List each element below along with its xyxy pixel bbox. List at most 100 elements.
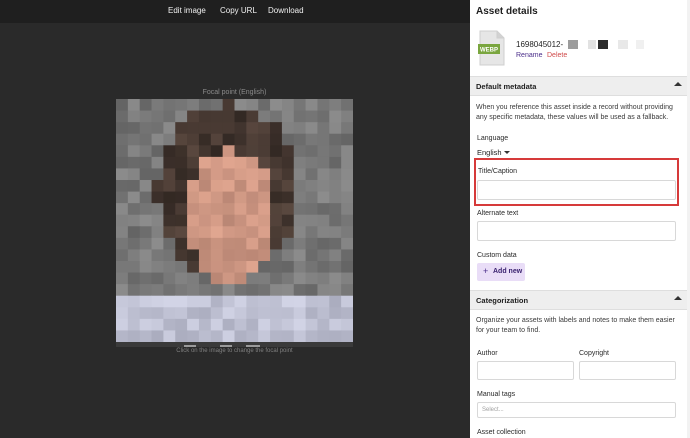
- mosaic-tile: [210, 237, 224, 250]
- mosaic-tile: [139, 145, 153, 158]
- mosaic-tile: [317, 226, 330, 239]
- mosaic-tile: [270, 156, 283, 169]
- mosaic-tile: [281, 307, 295, 320]
- mosaic-tile: [270, 180, 283, 193]
- redacted-filename-block: [636, 40, 644, 49]
- mosaic-tile: [329, 168, 342, 181]
- mosaic-tile: [187, 330, 200, 342]
- delete-link[interactable]: Delete: [547, 52, 567, 59]
- mosaic-tile: [139, 307, 153, 320]
- mosaic-tile: [222, 249, 235, 262]
- mosaic-tile: [163, 133, 176, 146]
- mosaic-tile: [175, 295, 188, 308]
- mosaic-tile: [151, 330, 164, 342]
- focal-mark: [220, 345, 232, 347]
- mosaic-tile: [341, 318, 353, 331]
- mosaic-tile: [198, 330, 212, 342]
- mosaic-tile: [210, 168, 224, 181]
- mosaic-tile: [341, 295, 353, 308]
- chevron-up-icon[interactable]: [674, 82, 682, 86]
- mosaic-tile: [317, 180, 330, 193]
- default-metadata-header[interactable]: Default metadata: [470, 76, 690, 96]
- chevron-down-icon[interactable]: [504, 151, 510, 154]
- mosaic-tile: [222, 295, 235, 308]
- add-new-label: Add new: [493, 268, 523, 275]
- mosaic-tile: [175, 307, 188, 320]
- mosaic-tile: [127, 272, 141, 285]
- alt-text-input[interactable]: [477, 221, 676, 241]
- language-select[interactable]: English: [477, 148, 502, 157]
- mosaic-tile: [116, 145, 129, 158]
- mosaic-tile: [293, 191, 307, 204]
- mosaic-tile: [222, 191, 235, 204]
- mosaic-tile: [305, 203, 318, 216]
- edit-image-button[interactable]: Edit image: [168, 6, 206, 15]
- mosaic-tile: [116, 261, 129, 274]
- asset-image-preview[interactable]: [116, 99, 353, 342]
- mosaic-tile: [127, 110, 141, 123]
- mosaic-tile: [305, 226, 318, 239]
- mosaic-tile: [210, 318, 224, 331]
- mosaic-tile: [258, 133, 271, 146]
- mosaic-tile: [317, 307, 330, 320]
- mosaic-tile: [187, 272, 200, 285]
- mosaic-tile: [317, 272, 330, 285]
- mosaic-tile: [222, 307, 235, 320]
- mosaic-tile: [270, 214, 283, 227]
- mosaic-tile: [341, 237, 353, 250]
- mosaic-tile: [329, 284, 342, 297]
- mosaic-tile: [341, 249, 353, 262]
- download-button[interactable]: Download: [268, 6, 304, 15]
- mosaic-tile: [116, 272, 129, 285]
- mosaic-tile: [246, 214, 259, 227]
- language-label: Language: [477, 135, 509, 142]
- mosaic-tile: [210, 156, 224, 169]
- mosaic-tile: [175, 237, 188, 250]
- manual-tags-select[interactable]: Select...: [477, 402, 676, 418]
- mosaic-tile: [305, 180, 318, 193]
- mosaic-tile: [281, 191, 295, 204]
- mosaic-tile: [175, 99, 188, 112]
- rename-link[interactable]: Rename: [516, 52, 542, 59]
- plus-icon: +: [483, 266, 489, 276]
- mosaic-tile: [163, 99, 176, 112]
- mosaic-tile: [139, 156, 153, 169]
- mosaic-tile: [116, 122, 129, 135]
- mosaic-tile: [293, 203, 307, 216]
- author-input[interactable]: [477, 361, 574, 380]
- mosaic-tile: [341, 156, 353, 169]
- mosaic-tile: [116, 249, 129, 262]
- mosaic-tile: [127, 156, 141, 169]
- alt-text-label: Alternate text: [477, 210, 519, 217]
- mosaic-tile: [198, 168, 212, 181]
- mosaic-tile: [139, 203, 153, 216]
- section-title: Default metadata: [476, 82, 537, 91]
- mosaic-tile: [151, 318, 164, 331]
- mosaic-tile: [317, 261, 330, 274]
- manual-tags-placeholder: Select...: [482, 407, 504, 413]
- mosaic-tile: [187, 307, 200, 320]
- mosaic-tile: [127, 318, 141, 331]
- copy-url-button[interactable]: Copy URL: [220, 6, 257, 15]
- mosaic-tile: [281, 261, 295, 274]
- chevron-up-icon[interactable]: [674, 296, 682, 300]
- mosaic-tile: [305, 122, 318, 135]
- mosaic-tile: [139, 214, 153, 227]
- mosaic-tile: [329, 191, 342, 204]
- mosaic-tile: [270, 133, 283, 146]
- copyright-input[interactable]: [579, 361, 676, 380]
- mosaic-tile: [222, 272, 235, 285]
- mosaic-tile: [198, 295, 212, 308]
- title-caption-input[interactable]: [477, 180, 676, 200]
- mosaic-tile: [198, 307, 212, 320]
- mosaic-tile: [270, 168, 283, 181]
- mosaic-tile: [163, 330, 176, 342]
- pixelated-portrait-image[interactable]: [116, 99, 353, 342]
- mosaic-tile: [187, 145, 200, 158]
- mosaic-tile: [270, 272, 283, 285]
- mosaic-tile: [163, 226, 176, 239]
- add-new-button[interactable]: + Add new: [477, 263, 525, 281]
- categorization-header[interactable]: Categorization: [470, 290, 690, 310]
- mosaic-tile: [281, 110, 295, 123]
- image-toolbar: Edit image Copy URL Download: [0, 0, 470, 23]
